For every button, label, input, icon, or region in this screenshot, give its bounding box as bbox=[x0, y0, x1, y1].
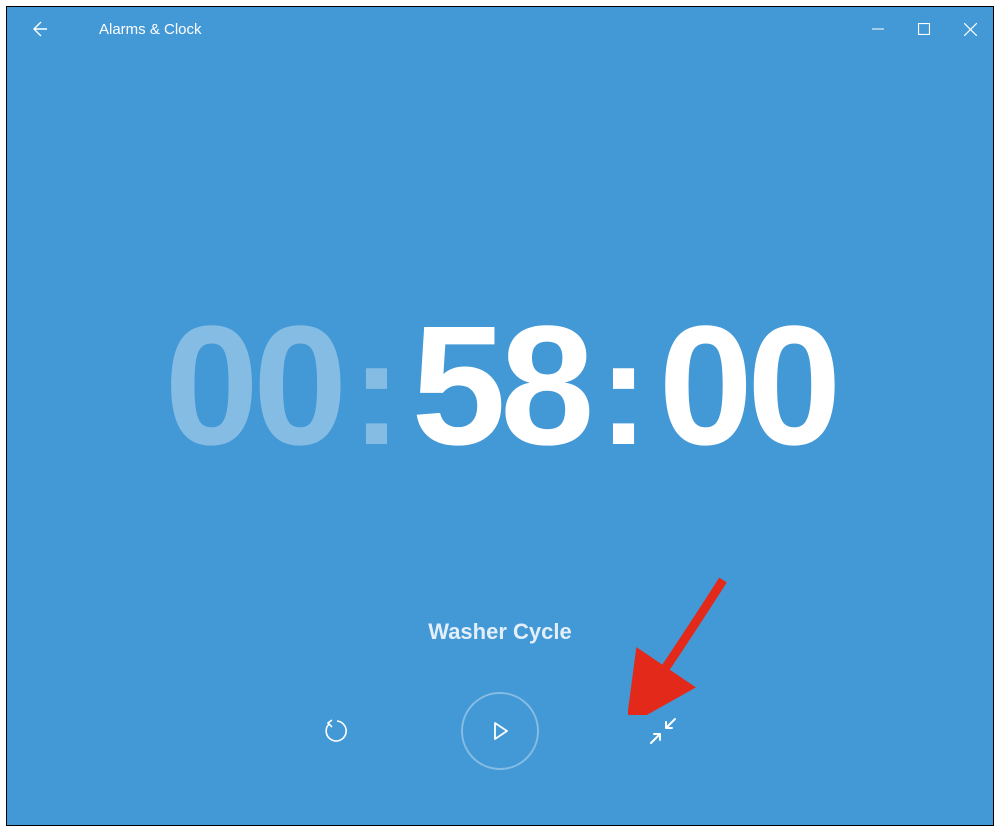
timer-area: 00 : 58 : 00 Washer Cycle bbox=[7, 7, 993, 825]
timer-seconds: 00 bbox=[659, 301, 836, 471]
play-button[interactable] bbox=[461, 692, 539, 770]
timer-minutes: 58 bbox=[411, 301, 588, 471]
reset-icon bbox=[323, 717, 351, 745]
app-window: Alarms & Clock 00 : bbox=[6, 6, 994, 826]
play-icon bbox=[489, 720, 511, 742]
collapse-button[interactable] bbox=[639, 707, 687, 755]
collapse-icon bbox=[648, 716, 678, 746]
timer-controls bbox=[313, 692, 687, 770]
timer-sep1: : bbox=[352, 317, 402, 467]
timer-hours: 00 bbox=[164, 301, 341, 471]
reset-button[interactable] bbox=[313, 707, 361, 755]
timer-display: 00 : 58 : 00 bbox=[164, 301, 835, 471]
timer-label: Washer Cycle bbox=[428, 619, 571, 645]
timer-sep2: : bbox=[599, 317, 649, 467]
